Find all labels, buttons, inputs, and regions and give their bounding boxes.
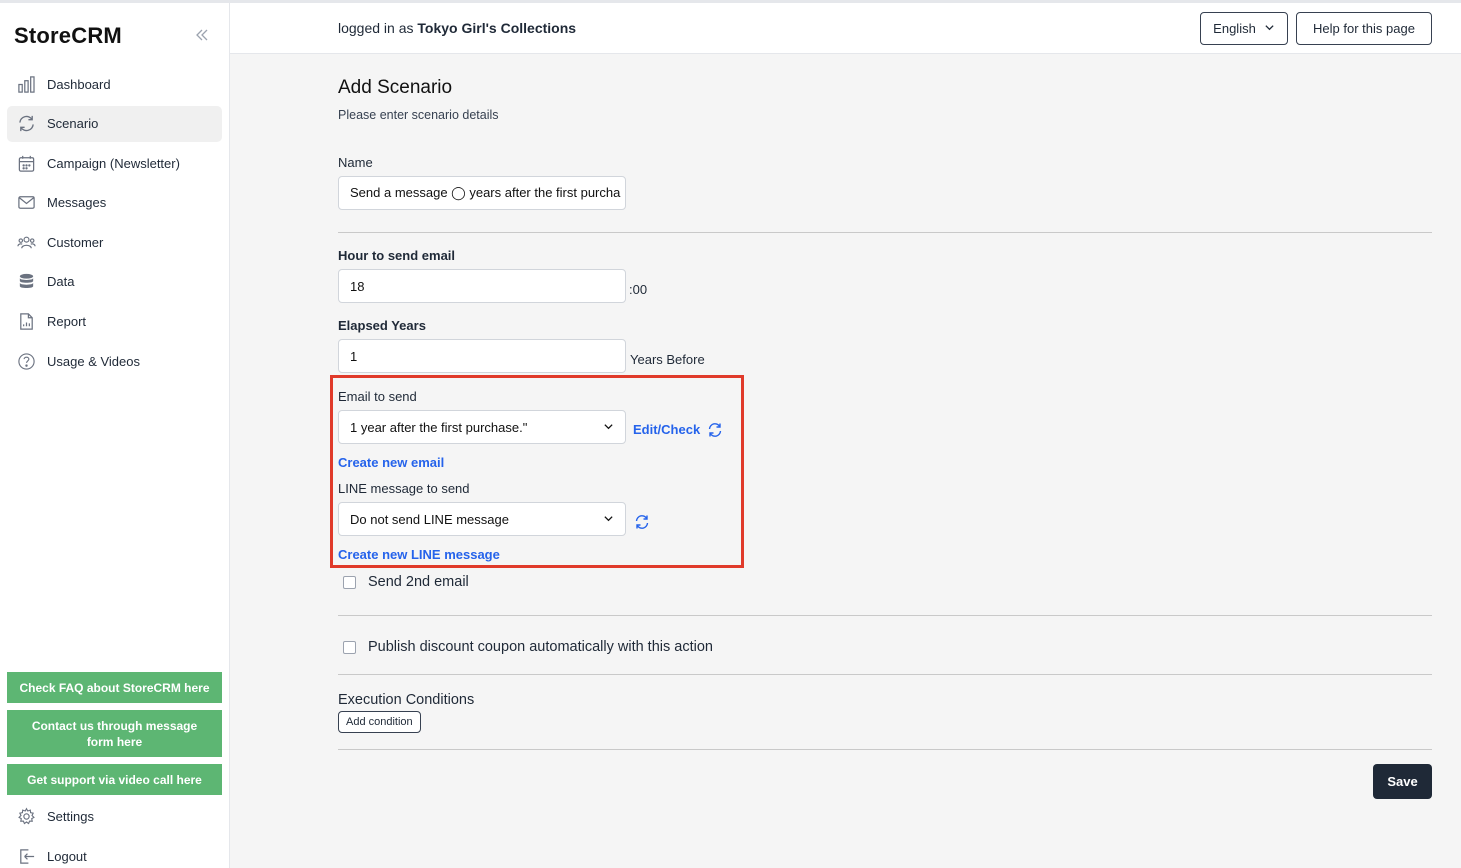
collapse-sidebar-icon[interactable] bbox=[194, 27, 210, 43]
sidebar-item-dashboard[interactable]: Dashboard bbox=[7, 66, 222, 102]
sidebar-item-label: Usage & Videos bbox=[47, 353, 140, 369]
mail-icon bbox=[16, 193, 36, 213]
sidebar-item-data[interactable]: Data bbox=[7, 264, 222, 300]
send-2nd-email-label: Send 2nd email bbox=[368, 574, 469, 590]
document-icon bbox=[16, 312, 36, 332]
sidebar-item-usage-videos[interactable]: Usage & Videos bbox=[7, 343, 222, 379]
sidebar-item-label: Messages bbox=[47, 195, 107, 211]
gear-icon bbox=[16, 806, 36, 826]
settings-label: Settings bbox=[47, 808, 94, 824]
faq-button[interactable]: Check FAQ about StoreCRM here bbox=[7, 672, 222, 703]
divider bbox=[338, 749, 1432, 750]
help-page-button[interactable]: Help for this page bbox=[1296, 12, 1432, 45]
logged-in-text: logged in as Tokyo Girl's Collections bbox=[338, 20, 576, 36]
sidebar: StoreCRM Dashboard Scenario Campaign (Ne… bbox=[0, 0, 230, 868]
refresh-icon bbox=[16, 114, 36, 134]
bar-chart-icon bbox=[16, 74, 36, 94]
page-title: Add Scenario bbox=[338, 77, 453, 98]
logged-prefix: logged in as bbox=[338, 20, 414, 36]
sidebar-item-campaign[interactable]: Campaign (Newsletter) bbox=[7, 145, 222, 181]
question-icon bbox=[16, 351, 36, 371]
coupon-row[interactable]: Publish discount coupon automatically wi… bbox=[343, 639, 713, 655]
hour-label: Hour to send email bbox=[338, 248, 456, 263]
calendar-icon bbox=[16, 153, 36, 173]
logout-label: Logout bbox=[47, 848, 87, 864]
divider bbox=[338, 615, 1432, 616]
sidebar-item-label: Customer bbox=[47, 234, 104, 250]
elapsed-years-input[interactable]: 1 bbox=[338, 339, 626, 373]
logout-icon bbox=[16, 846, 36, 866]
sidebar-item-scenario[interactable]: Scenario bbox=[7, 105, 222, 142]
elapsed-years-suffix: Years Before bbox=[630, 352, 705, 367]
elapsed-years-label: Elapsed Years bbox=[338, 318, 426, 333]
topbar: logged in as Tokyo Girl's Collections En… bbox=[230, 0, 1461, 54]
sidebar-item-label: Dashboard bbox=[47, 76, 111, 92]
add-condition-button[interactable]: Add condition bbox=[338, 711, 421, 733]
sidebar-nav: Dashboard Scenario Campaign (Newsletter)… bbox=[7, 66, 222, 383]
sidebar-item-label: Data bbox=[47, 274, 75, 290]
sidebar-item-logout[interactable]: Logout bbox=[7, 839, 222, 868]
execution-conditions-title: Execution Conditions bbox=[338, 692, 475, 708]
video-support-button[interactable]: Get support via video call here bbox=[7, 764, 222, 795]
hour-input[interactable]: 18 bbox=[338, 269, 626, 303]
contact-form-button[interactable]: Contact us through message form here bbox=[7, 710, 222, 757]
save-button[interactable]: Save bbox=[1373, 764, 1432, 799]
send-2nd-email-checkbox[interactable] bbox=[343, 575, 356, 589]
sidebar-item-settings[interactable]: Settings bbox=[7, 799, 222, 833]
sidebar-item-label: Campaign (Newsletter) bbox=[47, 155, 180, 171]
user-name: Tokyo Girl's Collections bbox=[417, 20, 577, 36]
divider bbox=[338, 232, 1432, 233]
app-logo: StoreCRM bbox=[14, 23, 122, 48]
sidebar-item-customer[interactable]: Customer bbox=[7, 224, 222, 260]
sidebar-item-messages[interactable]: Messages bbox=[7, 185, 222, 221]
sidebar-item-label: Scenario bbox=[47, 116, 99, 132]
name-label: Name bbox=[338, 155, 373, 170]
chevron-down-icon bbox=[1264, 21, 1275, 36]
language-label: English bbox=[1213, 21, 1256, 36]
hour-suffix: :00 bbox=[629, 282, 648, 297]
language-select[interactable]: English bbox=[1200, 12, 1288, 45]
highlight-box bbox=[330, 375, 744, 568]
coupon-label: Publish discount coupon automatically wi… bbox=[368, 639, 713, 655]
name-input[interactable]: Send a message ◯ years after the first p… bbox=[338, 176, 626, 210]
divider bbox=[338, 674, 1432, 675]
page-subtitle: Please enter scenario details bbox=[338, 108, 499, 122]
send-2nd-email-row[interactable]: Send 2nd email bbox=[343, 574, 469, 590]
sidebar-item-report[interactable]: Report bbox=[7, 304, 222, 340]
users-icon bbox=[16, 232, 36, 252]
coupon-checkbox[interactable] bbox=[343, 640, 356, 654]
database-icon bbox=[16, 272, 36, 292]
sidebar-item-label: Report bbox=[47, 314, 87, 330]
